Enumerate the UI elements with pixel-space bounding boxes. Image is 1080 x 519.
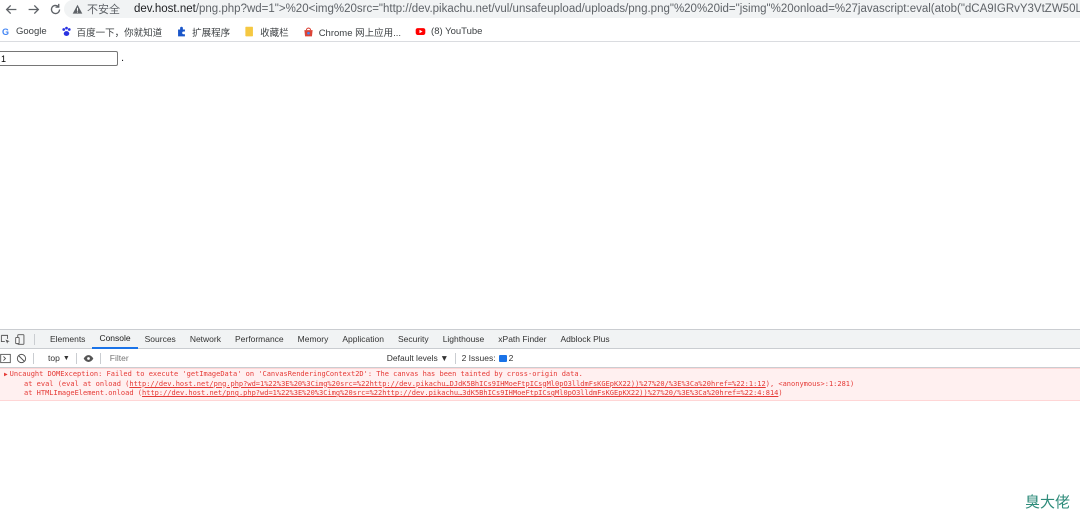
youtube-icon: [415, 26, 426, 37]
bookmark-label: 收藏栏: [260, 27, 289, 39]
device-toolbar-icon[interactable]: [15, 333, 26, 345]
bookmark-webstore[interactable]: Chrome 网上应用...: [303, 25, 401, 39]
text-input[interactable]: [0, 51, 118, 66]
security-label[interactable]: 不安全: [87, 1, 120, 17]
bookmarks-bar: G Google 百度一下，你就知道 扩展程序 收藏栏 Chrome 网上应用.…: [0, 22, 1080, 42]
trailing-text: .: [121, 52, 125, 64]
folder-icon: [244, 26, 255, 37]
bookmark-baidu[interactable]: 百度一下，你就知道: [61, 25, 163, 39]
puzzle-icon: [176, 26, 187, 37]
context-label: top: [48, 353, 60, 363]
bookmark-youtube[interactable]: (8) YouTube: [415, 26, 482, 37]
stack-frame-1: at eval (eval at onload (http://dev.host…: [4, 380, 1080, 390]
tab-sources[interactable]: Sources: [138, 330, 183, 349]
issues-label: 2 Issues:: [461, 353, 496, 363]
tab-memory[interactable]: Memory: [291, 330, 336, 349]
tab-security[interactable]: Security: [391, 330, 436, 349]
issues-count: 2: [508, 353, 514, 363]
bookmark-label: Chrome 网上应用...: [318, 27, 402, 39]
paw-icon: [61, 26, 72, 37]
console-sidebar-icon[interactable]: [0, 353, 11, 364]
stack-frame-link[interactable]: http://dev.host.net/png.php?wd=1%22%3E%2…: [129, 380, 765, 388]
stack-frame-suffix: ), <anonymous>:1:281): [765, 379, 855, 388]
console-error-message: ▶ Uncaught DOMException: Failed to execut…: [0, 368, 1080, 401]
tab-performance[interactable]: Performance: [228, 330, 291, 349]
stack-frame-prefix: at eval (eval at onload (: [24, 379, 130, 388]
error-line[interactable]: ▶ Uncaught DOMException: Failed to execut…: [4, 370, 1080, 380]
tab-console[interactable]: Console: [92, 330, 138, 349]
bookmark-label: Google: [16, 26, 47, 37]
tab-adblock-plus[interactable]: Adblock Plus: [553, 330, 616, 349]
expand-triangle-icon[interactable]: ▶: [4, 371, 8, 378]
webstore-icon: [303, 26, 314, 37]
tab-application[interactable]: Application: [335, 330, 391, 349]
clear-console-icon[interactable]: [16, 353, 27, 364]
bookmark-label: 扩展程序: [192, 27, 231, 39]
console-filter-input[interactable]: [106, 351, 387, 365]
url-host: dev.host.net: [134, 3, 196, 15]
bookmark-label: 百度一下，你就知道: [76, 27, 163, 39]
tab-network[interactable]: Network: [183, 330, 228, 349]
toolbar-divider: [75, 352, 77, 364]
bookmark-label: (8) YouTube: [431, 26, 483, 37]
google-icon: G: [1, 26, 9, 37]
toolbar-divider: [33, 352, 34, 364]
stack-frame-suffix: ): [778, 389, 783, 397]
error-text: Uncaught DOMException: Failed to execute…: [9, 370, 583, 378]
issue-message-icon: [498, 354, 507, 362]
console-toolbar: top ▼ Default levels ▼ 2 Issues: 2: [0, 349, 1080, 368]
devtools-panel: Elements Console Sources Network Perform…: [0, 329, 1080, 519]
tab-divider: [34, 333, 35, 345]
watermark-text: 臭大佬: [1024, 493, 1070, 511]
tab-elements[interactable]: Elements: [43, 330, 92, 349]
forward-button[interactable]: [22, 0, 44, 18]
bookmark-extensions[interactable]: 扩展程序: [176, 25, 230, 39]
eye-icon[interactable]: [83, 353, 94, 364]
toolbar-divider: [454, 352, 456, 364]
stack-frame-prefix: at HTMLImageElement.onload (: [24, 389, 143, 397]
browser-toolbar: 不安全 dev.host.net/png.php?wd=1">%20<img%2…: [0, 0, 1080, 18]
tab-lighthouse[interactable]: Lighthouse: [436, 330, 492, 349]
back-button[interactable]: [0, 0, 22, 18]
forward-arrow-icon: [28, 4, 39, 14]
back-arrow-icon: [5, 4, 16, 14]
devtools-tab-bar: Elements Console Sources Network Perform…: [0, 330, 1080, 349]
url-path: /png.php?wd=1">%20<img%20src="http://dev…: [195, 3, 1080, 15]
dropdown-arrow-icon: ▼: [62, 354, 70, 362]
bookmark-google[interactable]: G Google: [0, 26, 47, 37]
bookmark-folder[interactable]: 收藏栏: [244, 25, 289, 39]
issues-button[interactable]: 2 Issues: 2: [462, 353, 514, 363]
page-content: .: [0, 43, 1080, 329]
address-bar[interactable]: 不安全 dev.host.net/png.php?wd=1">%20<img%2…: [64, 0, 1080, 18]
log-levels-dropdown[interactable]: Default levels ▼: [387, 353, 449, 363]
inspect-element-icon[interactable]: [0, 334, 11, 345]
reload-icon: [50, 3, 60, 14]
stack-frame-2: at HTMLImageElement.onload (http://dev.h…: [4, 389, 1080, 399]
reload-button[interactable]: [44, 0, 66, 18]
context-selector[interactable]: top ▼: [48, 353, 70, 363]
tab-xpath-finder[interactable]: xPath Finder: [491, 330, 553, 349]
warning-icon[interactable]: [72, 4, 83, 15]
toolbar-divider: [99, 352, 101, 364]
stack-frame-link[interactable]: http://dev.host.net/png.php?wd=1%22%3E%2…: [142, 389, 778, 397]
